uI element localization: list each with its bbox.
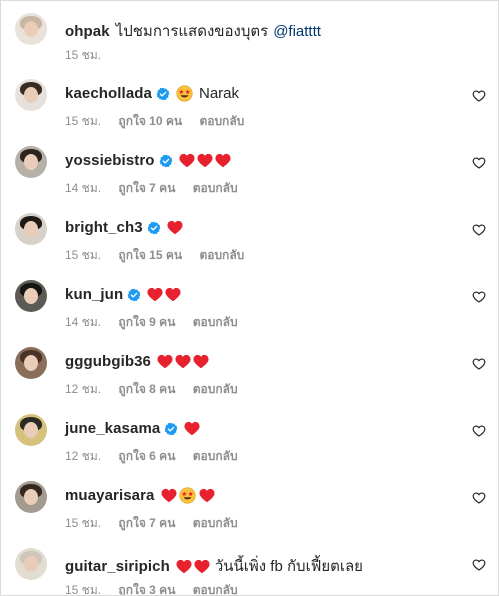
reply-button[interactable]: ตอบกลับ <box>199 248 244 262</box>
comment-text <box>184 421 205 436</box>
comment-row: kaechollada Narak 15 ชม. ถูกใจ 10 คน ตอบ… <box>15 79 488 139</box>
comment-text-plain: Narak <box>198 85 239 102</box>
like-heart-icon[interactable] <box>472 558 486 572</box>
comment-row: gggubgib36 12 ชม. ถูกใจ 8 คน ตอบกลับ <box>15 347 488 407</box>
reply-button[interactable]: ตอบกลับ <box>199 114 244 128</box>
heart-emoji-icon <box>160 488 177 503</box>
avatar[interactable] <box>15 146 47 178</box>
like-heart-icon[interactable] <box>472 290 486 304</box>
comment-username[interactable]: yossiebistro <box>65 152 155 169</box>
comment-likes[interactable]: ถูกใจ 15 คน <box>118 248 182 262</box>
reply-button[interactable]: ตอบกลับ <box>193 583 238 595</box>
caption-username[interactable]: ohpak <box>65 23 110 40</box>
comment-time[interactable]: 12 ชม. <box>65 382 101 396</box>
comment-row: muayarisara 15 ชม. ถูกใจ 7 คน ตอบกลับ <box>15 481 488 541</box>
comment-text <box>179 153 236 168</box>
comment-username[interactable]: bright_ch3 <box>65 219 143 236</box>
caption-text: ไปชมการแสดงของบุตร <box>115 23 269 40</box>
comment-text <box>160 487 220 504</box>
avatar[interactable] <box>15 79 47 111</box>
heart-emoji-icon <box>193 354 209 369</box>
like-heart-icon[interactable] <box>472 357 486 371</box>
comment-username[interactable]: guitar_siripich <box>65 558 170 575</box>
comment-text <box>167 220 188 235</box>
comment-text <box>157 354 214 369</box>
avatar[interactable] <box>15 13 47 45</box>
comment-time[interactable]: 14 ชม. <box>65 181 101 195</box>
comment-row: yossiebistro 14 ชม. ถูกใจ 7 คน ตอบกลับ <box>15 146 488 206</box>
comment-username[interactable]: kaechollada <box>65 85 152 102</box>
verified-badge-icon <box>156 87 170 100</box>
avatar[interactable] <box>15 548 47 580</box>
verified-badge-icon <box>147 221 161 234</box>
heart-emoji-icon <box>176 559 192 573</box>
comment-likes[interactable]: ถูกใจ 7 คน <box>118 181 175 195</box>
like-heart-icon[interactable] <box>472 491 486 505</box>
comment-likes[interactable]: ถูกใจ 8 คน <box>118 382 175 396</box>
heart-emoji-icon <box>215 153 231 168</box>
heart-emoji-icon <box>194 559 210 573</box>
comment-likes[interactable]: ถูกใจ 10 คน <box>118 114 182 128</box>
reply-button[interactable]: ตอบกลับ <box>193 516 238 530</box>
heart-emoji-icon <box>157 354 173 369</box>
verified-badge-icon <box>159 154 172 167</box>
reply-button[interactable]: ตอบกลับ <box>193 181 238 195</box>
reply-button[interactable]: ตอบกลับ <box>193 382 238 396</box>
like-heart-icon[interactable] <box>472 223 486 237</box>
comment-text <box>147 287 186 302</box>
comment-likes[interactable]: ถูกใจ 9 คน <box>118 315 175 329</box>
caption: ohpak ไปชมการแสดงของบุตร @fiatttt 15 ชม. <box>15 13 488 73</box>
comment-text: Narak <box>176 85 239 102</box>
like-heart-icon[interactable] <box>472 424 486 438</box>
comment-username[interactable]: muayarisara <box>65 487 155 504</box>
heart-emoji-icon <box>184 421 200 436</box>
comment-time[interactable]: 15 ชม. <box>65 114 101 128</box>
avatar[interactable] <box>15 280 47 312</box>
verified-badge-icon <box>164 422 178 435</box>
comment-likes[interactable]: ถูกใจ 3 คน <box>118 583 175 595</box>
comment-username[interactable]: kun_jun <box>65 286 123 303</box>
comment-row: bright_ch3 15 ชม. ถูกใจ 15 คน ตอบกลับ <box>15 213 488 273</box>
comment-username[interactable]: gggubgib36 <box>65 353 151 370</box>
caption-time[interactable]: 15 ชม. <box>65 48 101 62</box>
comment-username[interactable]: june_kasama <box>65 420 160 437</box>
heart-emoji-icon <box>179 153 195 168</box>
comment-likes[interactable]: ถูกใจ 7 คน <box>118 516 175 530</box>
avatar[interactable] <box>15 347 47 379</box>
like-heart-icon[interactable] <box>472 89 486 103</box>
avatar[interactable] <box>15 481 47 513</box>
avatar[interactable] <box>15 414 47 446</box>
avatar[interactable] <box>15 213 47 245</box>
comment-text-plain: วันนี้เพิ่ง fb กับเฟี้ยตเลย <box>214 558 363 575</box>
heart-emoji-icon <box>198 488 215 503</box>
comments-panel: ohpak ไปชมการแสดงของบุตร @fiatttt 15 ชม.… <box>0 0 499 596</box>
star-struck-emoji-icon <box>178 487 196 504</box>
heart-emoji-icon <box>147 287 163 302</box>
comment-likes[interactable]: ถูกใจ 6 คน <box>118 449 175 463</box>
reply-button[interactable]: ตอบกลับ <box>193 449 238 463</box>
comment-text: วันนี้เพิ่ง fb กับเฟี้ยตเลย <box>176 554 363 578</box>
comment-row: guitar_siripich วันนี้เพิ่ง fb กับเฟี้ยต… <box>15 548 488 595</box>
comment-time[interactable]: 15 ชม. <box>65 248 101 262</box>
heart-emoji-icon <box>167 220 183 235</box>
comment-row: kun_jun 14 ชม. ถูกใจ 9 คน ตอบกลับ <box>15 280 488 340</box>
heart-emoji-icon <box>165 287 181 302</box>
comment-time[interactable]: 12 ชม. <box>65 449 101 463</box>
star-struck-emoji-icon <box>176 85 193 102</box>
comment-row: june_kasama 12 ชม. ถูกใจ 6 คน ตอบกลับ <box>15 414 488 474</box>
like-heart-icon[interactable] <box>472 156 486 170</box>
comment-time[interactable]: 15 ชม. <box>65 516 101 530</box>
comment-time[interactable]: 14 ชม. <box>65 315 101 329</box>
caption-mention[interactable]: @fiatttt <box>273 23 321 40</box>
heart-emoji-icon <box>197 153 213 168</box>
comment-time[interactable]: 15 ชม. <box>65 583 101 595</box>
reply-button[interactable]: ตอบกลับ <box>193 315 238 329</box>
heart-emoji-icon <box>175 354 191 369</box>
verified-badge-icon <box>127 288 141 301</box>
